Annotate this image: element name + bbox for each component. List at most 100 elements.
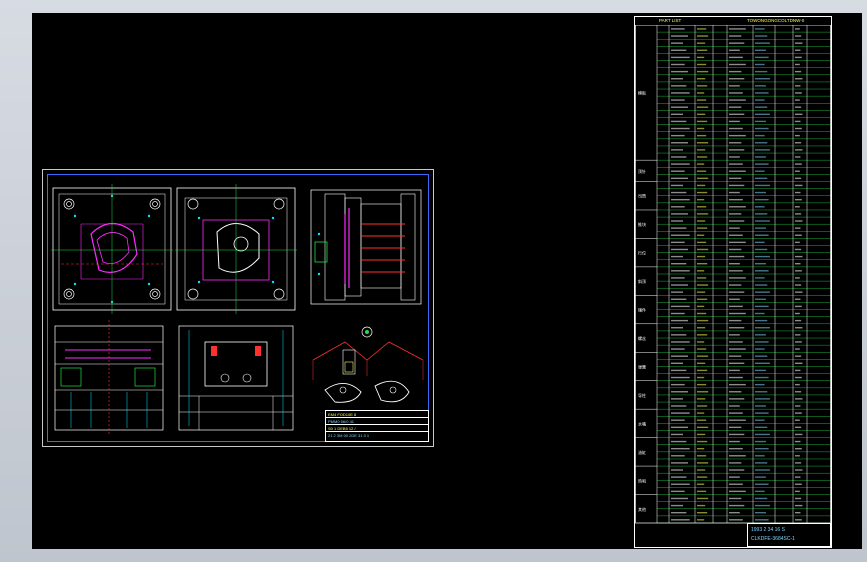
bom-cell-text xyxy=(729,149,745,151)
bom-cell-text xyxy=(755,248,768,251)
bom-cell-text xyxy=(697,291,706,293)
bom-cell-text xyxy=(671,220,683,222)
bom-cell-text xyxy=(795,270,802,272)
bom-cell-text xyxy=(697,376,705,379)
bom-cell-text xyxy=(671,85,687,87)
bom-cell-text xyxy=(729,198,743,201)
bom-cell-text xyxy=(671,127,690,130)
bom-cell-text xyxy=(729,369,740,372)
bom-cell-text xyxy=(671,184,683,187)
bom-cell-text xyxy=(729,213,742,215)
bom-cell-text xyxy=(697,504,706,507)
bom-cell-text xyxy=(755,455,765,457)
bom-cell-text xyxy=(671,70,688,73)
bom-cell-text xyxy=(697,70,709,73)
slider-detail-view xyxy=(312,326,424,403)
bom-cell-text xyxy=(697,56,705,59)
bom-cell-text xyxy=(755,497,768,500)
bom-cell-text xyxy=(755,391,768,393)
bom-cell-text xyxy=(755,376,769,379)
bom-cell-text xyxy=(795,426,802,429)
bom-cell-text xyxy=(729,405,740,407)
bom-cell-text xyxy=(729,163,743,165)
bom-cell-text xyxy=(795,49,801,51)
bom-cell-text xyxy=(697,78,706,80)
bom-cell-text xyxy=(729,28,746,30)
bom-group-label: 斜顶 xyxy=(638,278,646,284)
bom-cell-text xyxy=(697,213,709,215)
bom-cell-text xyxy=(755,92,769,94)
bom-group-label: 热咀 xyxy=(638,477,646,483)
bom-cell-text xyxy=(755,191,766,194)
bom-cell-text xyxy=(795,369,801,372)
bom-cell-text xyxy=(795,519,802,521)
bom-group-label: 螺丝 xyxy=(638,335,646,341)
bom-cell-text xyxy=(671,412,690,414)
bom-cell-text xyxy=(795,483,802,485)
bom-cell-text xyxy=(755,63,765,66)
front-section-view xyxy=(54,320,164,434)
bom-cell-text xyxy=(755,120,766,123)
bom-cell-text xyxy=(671,241,685,244)
cad-drawing-canvas[interactable]: EM4 FOD10E 8 PMM0 56/0 41 S0 1 DEB5 12 /… xyxy=(32,13,862,549)
bom-cell-text xyxy=(697,462,709,464)
bom-cell-text xyxy=(697,49,708,51)
bom-cell-text xyxy=(755,85,766,87)
bom-cell-text xyxy=(755,291,770,293)
bom-cell-text xyxy=(729,191,740,194)
bom-cell-text xyxy=(729,483,743,485)
bom-cell-text xyxy=(729,440,740,443)
bom-cell-text xyxy=(795,319,802,322)
bom-cell-text xyxy=(697,398,706,400)
bom-cell-text xyxy=(795,298,801,300)
bom-cell-text xyxy=(755,327,770,329)
bom-cell-text xyxy=(671,327,683,329)
bom-cell-text xyxy=(729,78,745,80)
bom-cell-text xyxy=(755,142,768,144)
bom-cell-text xyxy=(729,391,742,393)
bom-cell-text xyxy=(671,483,690,485)
bom-cell-text xyxy=(671,319,688,322)
bom-cell-text xyxy=(755,255,770,258)
bom-cell-text xyxy=(795,191,801,194)
bom-cell-text xyxy=(671,426,688,429)
bom-cell-text xyxy=(671,213,688,215)
bill-of-materials-table: PART LIST TOWONGONGCOLTDNW-0 模板 顶针 司筒 推块 行位斜… xyxy=(634,16,832,548)
bom-cell-text xyxy=(671,120,687,123)
bom-cell-text xyxy=(755,362,770,364)
bom-cell-text xyxy=(671,56,690,59)
bom-cell-text xyxy=(671,234,690,236)
bom-cell-text xyxy=(795,433,803,436)
bom-cell-text xyxy=(729,348,746,350)
bom-cell-text xyxy=(755,149,770,151)
bom-cell-text xyxy=(755,462,768,464)
bom-cell-text xyxy=(755,298,766,300)
bom-cell-text xyxy=(795,291,803,293)
bom-cell-text xyxy=(755,35,768,37)
bom-cell-text xyxy=(671,405,687,407)
bom-cell-text xyxy=(755,113,770,115)
bom-cell-text xyxy=(795,398,803,400)
bom-cell-text xyxy=(795,213,802,215)
bom-cell-text xyxy=(729,355,742,357)
bom-cell-text xyxy=(697,170,707,172)
bom-cell-text xyxy=(729,305,743,308)
bom-cell-text xyxy=(755,284,768,286)
bom-cell-text xyxy=(795,28,800,30)
bom-cell-text xyxy=(729,177,742,180)
bom-group-label: 导柱 xyxy=(638,392,646,398)
bom-cell-text xyxy=(729,113,745,115)
bom-cell-text xyxy=(729,455,746,457)
bom-cell-text xyxy=(729,398,745,400)
bom-cell-text xyxy=(697,519,705,521)
bom-cell-text xyxy=(755,412,769,414)
bom-cell-text xyxy=(729,127,743,130)
bom-cell-text xyxy=(697,369,708,372)
bom-cell-text xyxy=(729,376,743,379)
bom-cell-text xyxy=(795,469,803,471)
bom-cell-text xyxy=(795,284,802,286)
bom-cell-text xyxy=(671,277,685,279)
bom-cell-text xyxy=(729,469,745,471)
bom-cell-text xyxy=(795,383,800,386)
bom-cell-text xyxy=(755,241,765,244)
